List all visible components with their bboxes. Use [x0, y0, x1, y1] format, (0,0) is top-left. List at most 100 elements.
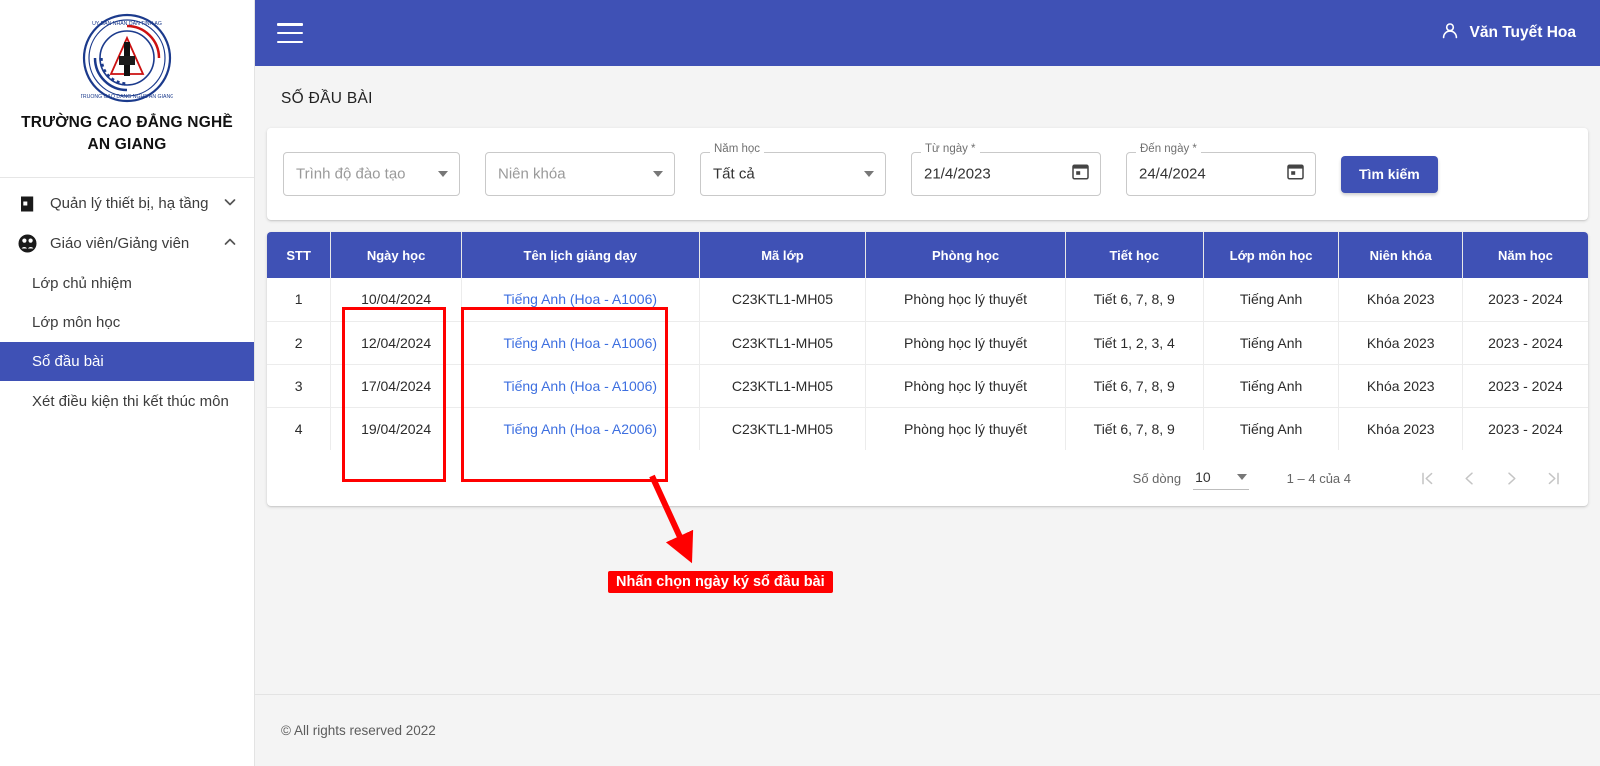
column-header-ngay-hoc: Ngày học	[330, 232, 462, 278]
cell-phong-hoc: Phòng học lý thuyết	[865, 321, 1066, 365]
den-ngay-label: Đến ngày *	[1136, 143, 1201, 156]
cell-tiet-hoc: Tiết 6, 7, 8, 9	[1065, 278, 1204, 322]
cell-nam-hoc: 2023 - 2024	[1462, 278, 1588, 322]
page-title: SỐ ĐẦU BÀI	[281, 90, 373, 107]
app-root: UY BAN NHAN DAN TINH AG TRUONG CAO DANG …	[0, 0, 1600, 766]
chevron-down-icon[interactable]	[653, 171, 663, 177]
cell-stt: 4	[267, 407, 332, 450]
footer: © All rights reserved 2022	[255, 694, 1600, 766]
column-header-ma-lop: Mã lớp	[699, 232, 867, 278]
table-row[interactable]: 3 17/04/2024 Tiếng Anh (Hoa - A1006) C23…	[267, 364, 1588, 408]
cell-ngay-hoc[interactable]: 12/04/2024	[330, 321, 462, 365]
den-ngay-date-input[interactable]: Đến ngày * 24/4/2024	[1126, 143, 1316, 196]
column-header-stt: STT	[267, 232, 332, 278]
cell-ten-lich-giang-day[interactable]: Tiếng Anh (Hoa - A1006)	[461, 321, 700, 365]
tu-ngay-date-input[interactable]: Từ ngày * 21/4/2023	[911, 143, 1101, 196]
cell-lop-mon-hoc: Tiếng Anh	[1203, 278, 1340, 322]
cell-ngay-hoc[interactable]: 17/04/2024	[330, 364, 462, 408]
nien-khoa-select[interactable]: Niên khóa	[485, 152, 675, 196]
cell-lop-mon-hoc: Tiếng Anh	[1203, 407, 1340, 450]
rows-per-page-select[interactable]: 10	[1193, 467, 1249, 490]
table-row[interactable]: 2 12/04/2024 Tiếng Anh (Hoa - A1006) C23…	[267, 321, 1588, 365]
cell-nam-hoc: 2023 - 2024	[1462, 321, 1588, 365]
next-page-icon[interactable]	[1490, 457, 1532, 499]
sidebar: UY BAN NHAN DAN TINH AG TRUONG CAO DANG …	[0, 0, 255, 766]
sidebar-item-lop-mon-hoc[interactable]: Lớp môn học	[0, 303, 254, 342]
content-area: Trình độ đào tạo Niên khóa Năm học Tất c…	[255, 128, 1600, 694]
cell-ten-lich-giang-day[interactable]: Tiếng Anh (Hoa - A1006)	[461, 364, 700, 408]
school-name-line2: AN GIANG	[87, 136, 167, 154]
calendar-icon[interactable]	[1286, 162, 1305, 186]
table-body: 1 10/04/2024 Tiếng Anh (Hoa - A1006) C23…	[267, 278, 1588, 450]
column-header-nam-hoc: Năm học	[1462, 232, 1588, 278]
cell-nien-khoa: Khóa 2023	[1338, 407, 1463, 450]
trinh-do-dao-tao-select[interactable]: Trình độ đào tạo	[283, 152, 460, 196]
cell-stt: 3	[267, 364, 332, 408]
cell-nam-hoc: 2023 - 2024	[1488, 420, 1563, 437]
school-logo: UY BAN NHAN DAN TINH AG TRUONG CAO DANG …	[80, 12, 174, 104]
trinh-do-value: Trình độ đào tạo	[296, 165, 406, 183]
cell-nam-hoc: 2023 - 2024	[1462, 364, 1588, 408]
door-icon	[16, 193, 38, 215]
cell-phong-hoc: Phòng học lý thuyết	[865, 407, 1066, 450]
cell-phong-hoc: Phòng học lý thuyết	[865, 364, 1066, 408]
first-page-icon[interactable]	[1406, 457, 1448, 499]
cell-ten-lich-giang-day[interactable]: Tiếng Anh (Hoa - A2006)	[461, 407, 700, 450]
sidebar-item-lop-chu-nhiem[interactable]: Lớp chủ nhiệm	[0, 264, 254, 303]
table-head: STT Ngày học Tên lịch giảng dạy Mã lớp P…	[267, 232, 1588, 278]
tu-ngay-value: 21/4/2023	[924, 165, 991, 183]
cell-nien-khoa: Khóa 2023	[1338, 278, 1463, 322]
table-row[interactable]: 1 10/04/2024 Tiếng Anh (Hoa - A1006) C23…	[267, 278, 1588, 322]
cell-phong-hoc: Phòng học lý thuyết	[865, 278, 1066, 322]
column-header-phong-hoc: Phòng học	[865, 232, 1066, 278]
cell-ma-lop: C23KTL1-MH05	[699, 407, 867, 450]
sidebar-nav: Quản lý thiết bị, hạ tầng Giáo viên/Giản…	[0, 178, 254, 423]
sidebar-group-quan-ly-thiet-bi[interactable]: Quản lý thiết bị, hạ tầng	[0, 184, 254, 224]
results-table-card: STT Ngày học Tên lịch giảng dạy Mã lớp P…	[267, 232, 1588, 506]
sidebar-item-so-dau-bai[interactable]: Sổ đầu bài	[0, 341, 254, 381]
school-name: TRƯỜNG CAO ĐẲNG NGHỀ AN GIANG	[10, 112, 244, 157]
cell-ngay-hoc[interactable]: 19/04/2024	[330, 407, 462, 450]
hamburger-icon[interactable]	[277, 23, 303, 43]
cell-lop-mon-hoc: Tiếng Anh	[1203, 321, 1340, 365]
brand-header: UY BAN NHAN DAN TINH AG TRUONG CAO DANG …	[0, 0, 254, 171]
tu-ngay-label: Từ ngày *	[921, 143, 980, 156]
school-name-line1: TRƯỜNG CAO ĐẲNG NGHỀ	[21, 114, 233, 131]
column-header-tiet-hoc: Tiết học	[1065, 232, 1204, 278]
column-header-ten-lich-giang-day: Tên lịch giảng dạy	[461, 232, 700, 278]
table-row[interactable]: 4 19/04/2024 Tiếng Anh (Hoa - A2006) C23…	[267, 407, 1588, 450]
cell-ten-lich-giang-day[interactable]: Tiếng Anh (Hoa - A1006)	[461, 278, 700, 322]
page-title-bar: SỐ ĐẦU BÀI	[255, 66, 1600, 128]
rows-per-page-value: 10	[1195, 468, 1211, 485]
sidebar-group-label: Quản lý thiết bị, hạ tầng	[50, 194, 209, 212]
cell-nien-khoa: Khóa 2023	[1338, 364, 1463, 408]
nien-khoa-value: Niên khóa	[498, 165, 566, 183]
sidebar-group-label: Giáo viên/Giảng viên	[50, 234, 190, 252]
cell-ngay-hoc[interactable]: 10/04/2024	[330, 278, 462, 322]
chevron-down-icon[interactable]	[864, 171, 874, 177]
user-menu[interactable]: Văn Tuyết Hoa	[1440, 21, 1576, 46]
last-page-icon[interactable]	[1532, 457, 1574, 499]
den-ngay-value: 24/4/2024	[1139, 165, 1206, 183]
nam-hoc-select[interactable]: Năm học Tất cả	[700, 143, 886, 196]
previous-page-icon[interactable]	[1448, 457, 1490, 499]
sidebar-item-xet-dieu-kien-thi[interactable]: Xét điều kiện thi kết thúc môn	[0, 381, 254, 423]
chevron-up-icon[interactable]	[222, 234, 240, 254]
cell-stt: 2	[267, 321, 332, 365]
nam-hoc-label: Năm học	[710, 143, 765, 156]
chevron-down-icon[interactable]	[222, 194, 240, 214]
chevron-down-icon[interactable]	[438, 171, 448, 177]
pagination-range: 1 – 4 của 4	[1286, 470, 1351, 486]
user-name: Văn Tuyết Hoa	[1469, 24, 1576, 41]
sidebar-group-giao-vien[interactable]: Giáo viên/Giảng viên	[0, 224, 254, 264]
cell-tiet-hoc: Tiết 6, 7, 8, 9	[1065, 407, 1204, 450]
so-dau-bai-table: STT Ngày học Tên lịch giảng dạy Mã lớp P…	[267, 232, 1588, 450]
cell-ma-lop: C23KTL1-MH05	[699, 364, 867, 408]
search-button[interactable]: Tìm kiếm	[1341, 155, 1438, 193]
nam-hoc-value: Tất cả	[713, 165, 755, 183]
cell-tiet-hoc: Tiết 6, 7, 8, 9	[1065, 364, 1204, 408]
calendar-icon[interactable]	[1071, 162, 1090, 186]
svg-text:TRUONG CAO DANG NGHE AN GIANG: TRUONG CAO DANG NGHE AN GIANG	[81, 94, 173, 100]
table-header-row: STT Ngày học Tên lịch giảng dạy Mã lớp P…	[267, 232, 1588, 278]
copyright-text: © All rights reserved 2022	[281, 723, 436, 738]
